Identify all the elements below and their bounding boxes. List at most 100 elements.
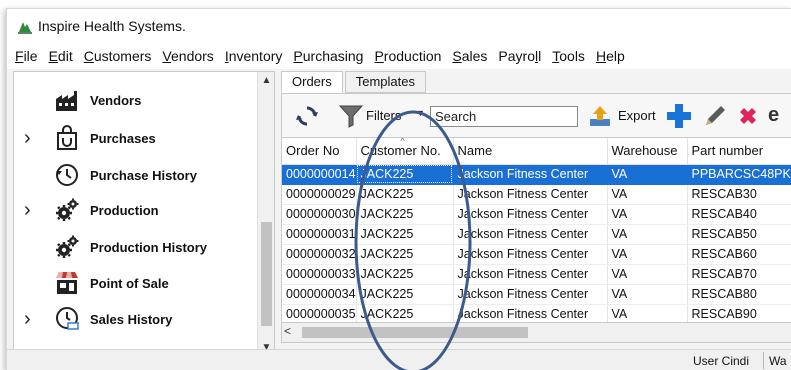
export-button[interactable]: Export — [618, 108, 656, 123]
menu-payroll[interactable]: Payroll — [498, 48, 541, 64]
table-cell[interactable]: RESCAB40 — [687, 204, 791, 225]
table-cell[interactable]: JACK225 — [356, 204, 454, 225]
table-cell[interactable]: VA — [607, 204, 688, 225]
sidebar-item-purchases[interactable]: › Purchases — [14, 120, 258, 156]
table-cell[interactable]: 0000000035 — [282, 304, 357, 322]
table-cell[interactable]: Jackson Fitness Center — [453, 164, 608, 185]
scroll-left-icon[interactable]: < — [284, 324, 291, 338]
table-cell[interactable]: JACK225 — [356, 224, 454, 245]
table-cell[interactable]: RESCAB30 — [687, 184, 791, 205]
tab-orders[interactable]: Orders — [281, 71, 343, 93]
menu-accelerator: F — [15, 48, 24, 64]
table-cell[interactable]: Jackson Fitness Center — [453, 304, 608, 322]
column-header-customer-no[interactable]: Customer No. ^ — [356, 138, 454, 165]
table-cell[interactable]: 0000000031 — [282, 224, 357, 245]
menu-production[interactable]: Production — [374, 48, 441, 64]
column-header-part-number[interactable]: Part number — [687, 138, 791, 165]
sidebar-item-vendors[interactable]: Vendors — [14, 82, 258, 118]
sidebar-item-sales-history[interactable]: › Sales History — [14, 301, 258, 337]
table-cell[interactable]: JACK225 — [356, 304, 454, 322]
filter-icon[interactable] — [338, 103, 364, 129]
grid-horizontal-scrollbar[interactable]: < — [281, 323, 791, 343]
table-row[interactable]: 0000000034 JACK225 Jackson Fitness Center V… — [282, 284, 791, 305]
table-row[interactable]: 0000000031 JACK225 Jackson Fitness Center V… — [282, 224, 791, 245]
sidebar-item-point-of-sale[interactable]: Point of Sale — [14, 265, 258, 301]
table-cell[interactable]: VA — [607, 164, 688, 185]
table-row[interactable]: 0000000032 JACK225 Jackson Fitness Center V… — [282, 244, 791, 265]
column-header-order-no[interactable]: Order No — [282, 138, 357, 165]
chevron-right-icon[interactable]: › — [24, 199, 31, 222]
filters-label[interactable]: Filters — [366, 108, 401, 123]
menu-tools[interactable]: Tools — [552, 48, 585, 64]
tab-templates[interactable]: Templates — [344, 71, 426, 93]
table-cell[interactable]: VA — [607, 264, 688, 285]
export-icon[interactable] — [588, 104, 612, 128]
table-row[interactable]: 0000000030 JACK225 Jackson Fitness Center V… — [282, 204, 791, 225]
sidebar-item-production-history[interactable]: Production History — [14, 229, 258, 265]
table-cell[interactable]: Jackson Fitness Center — [453, 184, 608, 205]
table-cell[interactable]: Jackson Fitness Center — [453, 284, 608, 305]
table-row[interactable]: 0000000033 JACK225 Jackson Fitness Center V… — [282, 264, 791, 285]
table-cell[interactable]: JACK225 — [356, 184, 454, 205]
table-cell[interactable]: 0000000032 — [282, 244, 357, 265]
menu-label-rest: ools — [559, 48, 585, 64]
menu-vendors[interactable]: Vendors — [162, 48, 213, 64]
menu-purchasing[interactable]: Purchasing — [293, 48, 363, 64]
table-cell[interactable]: RESCAB70 — [687, 264, 791, 285]
sidebar-item-label: Purchases — [90, 130, 156, 146]
table-cell[interactable]: RESCAB80 — [687, 284, 791, 305]
table-row[interactable]: 0000000014 JACK225 Jackson Fitness Center V… — [282, 164, 791, 185]
table-cell[interactable]: 0000000014 — [282, 164, 357, 185]
sidebar-item-label: Purchase History — [90, 167, 197, 183]
grid-toolbar: Filters ▼ Export e — [281, 93, 791, 137]
edit-pencil-icon[interactable] — [702, 103, 728, 129]
grid-scroll-thumb[interactable] — [302, 327, 528, 338]
column-header-name[interactable]: Name — [453, 138, 608, 165]
table-cell[interactable]: VA — [607, 304, 688, 322]
sidebar-item-purchase-history[interactable]: Purchase History — [14, 157, 258, 193]
table-row[interactable]: 0000000035 JACK225 Jackson Fitness Center V… — [282, 304, 791, 322]
table-cell[interactable]: JACK225 — [356, 264, 454, 285]
table-cell[interactable]: 0000000029 — [282, 184, 357, 205]
table-cell[interactable]: Jackson Fitness Center — [453, 224, 608, 245]
delete-icon[interactable] — [736, 104, 760, 128]
column-header-warehouse[interactable]: Warehouse — [607, 138, 688, 165]
refresh-icon[interactable] — [296, 105, 318, 127]
table-cell[interactable]: Jackson Fitness Center — [453, 204, 608, 225]
table-cell[interactable]: RESCAB50 — [687, 224, 791, 245]
more-tools-icon[interactable]: e — [768, 104, 779, 127]
table-cell[interactable]: JACK225 — [356, 244, 454, 265]
table-cell[interactable]: RESCAB60 — [687, 244, 791, 265]
table-cell[interactable]: 0000000034 — [282, 284, 357, 305]
sidebar-scroll-thumb[interactable] — [261, 222, 272, 326]
menu-sales[interactable]: Sales — [452, 48, 487, 64]
chevron-right-icon[interactable]: › — [24, 308, 31, 331]
table-cell[interactable]: JACK225 — [356, 164, 454, 185]
filters-dropdown-icon[interactable]: ▼ — [416, 108, 425, 118]
cash-register-icon — [56, 272, 78, 294]
table-cell[interactable]: PPBARCSC48PK — [687, 164, 791, 185]
table-row[interactable]: 0000000029 JACK225 Jackson Fitness Center V… — [282, 184, 791, 205]
menu-edit[interactable]: Edit — [49, 48, 73, 64]
table-cell[interactable]: VA — [607, 184, 688, 205]
sidebar-item-label: Production — [90, 202, 159, 218]
chevron-right-icon[interactable]: › — [24, 127, 31, 150]
table-cell[interactable]: JACK225 — [356, 284, 454, 305]
table-cell[interactable]: VA — [607, 244, 688, 265]
table-cell[interactable]: RESCAB90 — [687, 304, 791, 322]
table-cell[interactable]: 0000000033 — [282, 264, 357, 285]
table-cell[interactable]: VA — [607, 224, 688, 245]
menu-inventory[interactable]: Inventory — [225, 48, 283, 64]
menu-customers[interactable]: Customers — [84, 48, 152, 64]
table-cell[interactable]: VA — [607, 284, 688, 305]
scroll-up-icon[interactable]: ▲ — [258, 72, 274, 89]
table-cell[interactable]: 0000000030 — [282, 204, 357, 225]
table-cell[interactable]: Jackson Fitness Center — [453, 264, 608, 285]
table-cell[interactable]: Jackson Fitness Center — [453, 244, 608, 265]
sidebar-item-production[interactable]: › Production — [14, 192, 258, 228]
sidebar-scrollbar[interactable]: ▲ ▼ — [257, 72, 274, 356]
search-input[interactable] — [430, 106, 578, 127]
menu-file[interactable]: File — [15, 48, 38, 64]
add-icon[interactable] — [666, 103, 692, 129]
menu-help[interactable]: Help — [596, 48, 625, 64]
